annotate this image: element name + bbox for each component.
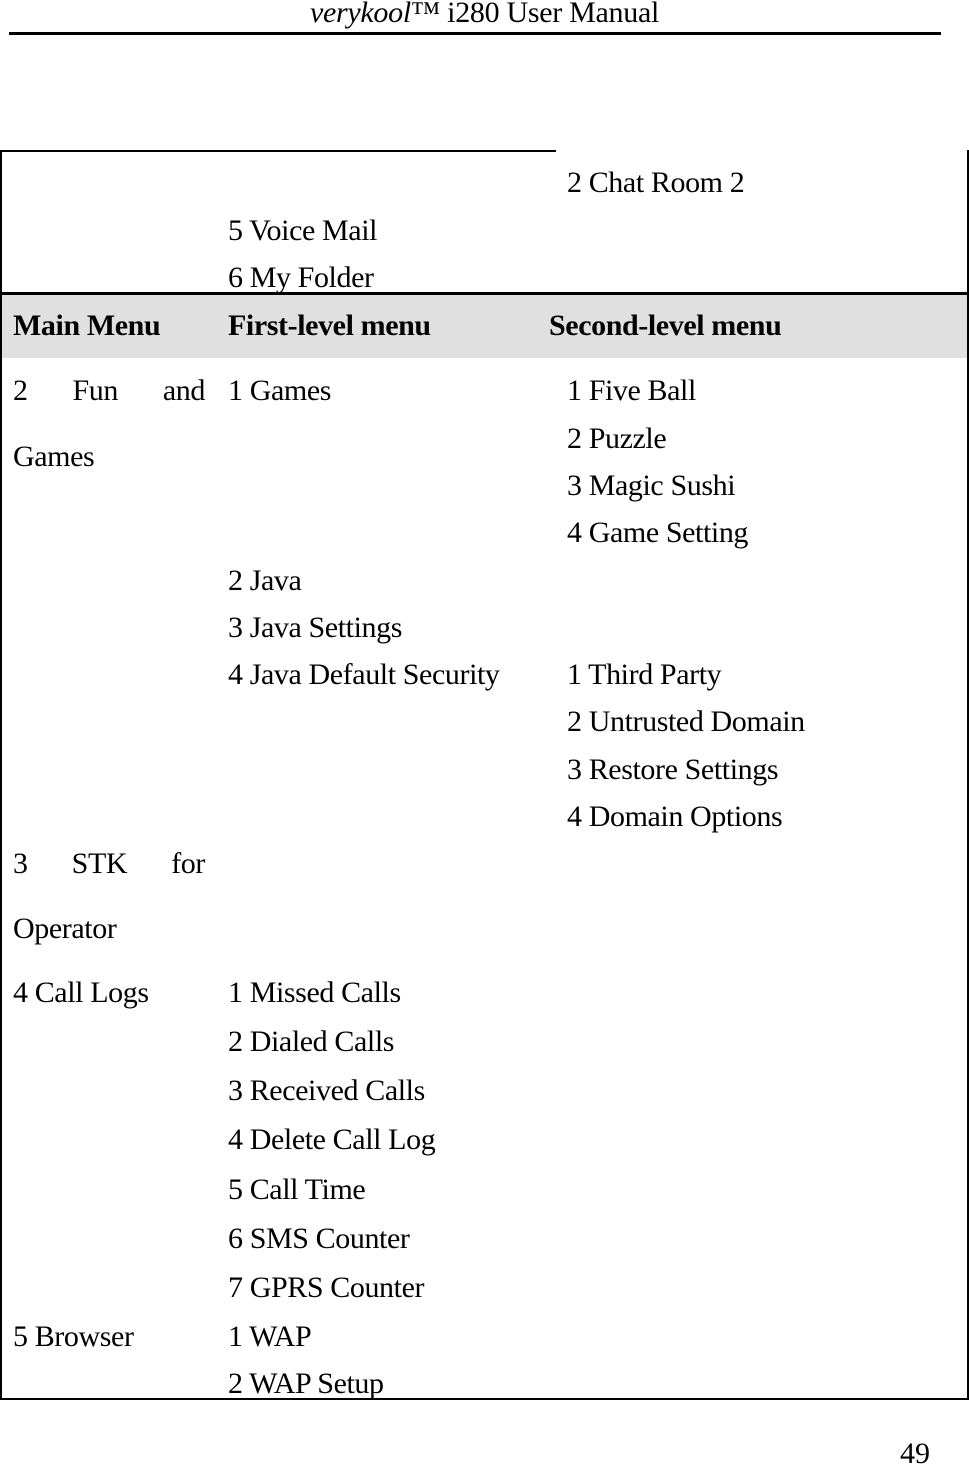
table-header-row: Main Menu First-level menu Second-level …: [2, 292, 967, 358]
cell-second-level: 4 Domain Options: [567, 800, 783, 833]
cell-first-level: 2 Dialed Calls: [228, 1025, 395, 1058]
column-header-second-level: Second-level menu: [549, 309, 782, 342]
brand-name: verykool: [309, 0, 411, 29]
cell-first-level: 1 Games: [228, 374, 332, 407]
cell-main-menu-browser: 5 Browser: [13, 1320, 134, 1353]
running-header: verykool™ i280 User Manual: [0, 0, 969, 28]
cell-second-level: 2 Puzzle: [567, 422, 667, 455]
cell-second-level: 2 Untrusted Domain: [567, 705, 805, 738]
header-rule: [9, 32, 941, 35]
cell-first-level: 5 Voice Mail: [228, 214, 378, 247]
cell-main-menu-stk: 3 STK for: [13, 847, 205, 881]
table-bottom-border: [0, 1398, 969, 1400]
word: and: [162, 374, 206, 407]
cell-second-level: 3 Magic Sushi: [567, 469, 736, 502]
column-header-first-level: First-level menu: [228, 309, 431, 342]
cell-second-level: 4 Game Setting: [567, 516, 749, 549]
cell-second-level: 1 Five Ball: [567, 374, 696, 407]
word: for: [171, 847, 205, 880]
cell-first-level: 6 SMS Counter: [228, 1222, 410, 1255]
cell-first-level: 3 Received Calls: [228, 1074, 425, 1107]
cell-main-menu-call-logs: 4 Call Logs: [13, 976, 149, 1009]
cell-first-level: 2 WAP Setup: [228, 1367, 384, 1400]
word: Fun: [72, 374, 118, 407]
cell-first-level: 5 Call Time: [228, 1173, 366, 1206]
cell-first-level: 3 Java Settings: [228, 611, 402, 644]
cell-first-level: 7 GPRS Counter: [228, 1271, 425, 1304]
cell-first-level: 1 Missed Calls: [228, 976, 401, 1009]
trademark-symbol: ™: [410, 0, 440, 29]
cell-second-level: 1 Third Party: [567, 658, 722, 691]
word: STK: [71, 847, 128, 880]
cell-second-level: 2 Chat Room 2: [567, 166, 745, 199]
cell-main-menu-stk-line2: Operator: [13, 912, 117, 945]
table-top-border: [1, 150, 556, 152]
cell-first-level: 4 Delete Call Log: [228, 1123, 436, 1156]
cell-main-menu-fun-games-line2: Games: [13, 440, 95, 473]
column-header-main-menu: Main Menu: [13, 309, 161, 342]
cell-first-level: 2 Java: [228, 564, 302, 597]
word: 3: [13, 847, 28, 880]
word: 2: [13, 374, 28, 407]
cell-main-menu-fun-games: 2 Fun and: [13, 374, 205, 408]
manual-title: i280 User Manual: [439, 0, 659, 29]
cell-first-level: 1 WAP: [228, 1320, 312, 1353]
page-number: 49: [900, 1437, 930, 1470]
cell-second-level: 3 Restore Settings: [567, 753, 779, 786]
cell-first-level: 6 My Folder: [228, 261, 374, 294]
cell-first-level: 4 Java Default Security: [228, 658, 500, 691]
